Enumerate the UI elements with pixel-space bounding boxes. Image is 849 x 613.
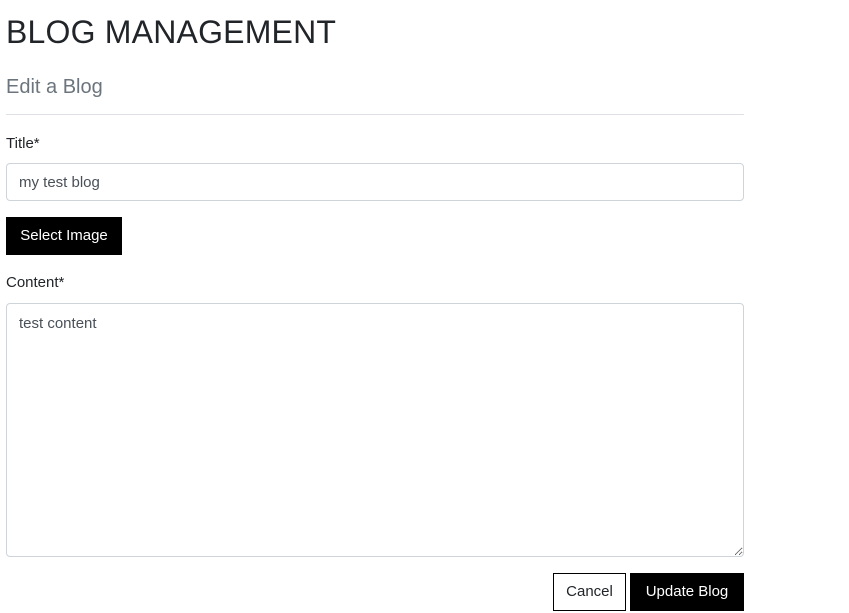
form-actions: Cancel Update Blog (6, 573, 744, 611)
cancel-button[interactable]: Cancel (553, 573, 626, 611)
form-subtitle: Edit a Blog (6, 70, 744, 115)
page-title: BLOG MANAGEMENT (6, 14, 337, 50)
title-label: Title* (6, 135, 40, 152)
title-input[interactable] (6, 163, 744, 201)
content-textarea[interactable]: test content (6, 303, 744, 557)
page: BLOG MANAGEMENT Edit a Blog Title* Selec… (0, 0, 849, 613)
select-image-button[interactable]: Select Image (6, 217, 122, 255)
edit-blog-form: Edit a Blog Title* Select Image Content*… (6, 70, 744, 611)
update-blog-button[interactable]: Update Blog (630, 573, 744, 611)
content-label: Content* (6, 274, 65, 291)
